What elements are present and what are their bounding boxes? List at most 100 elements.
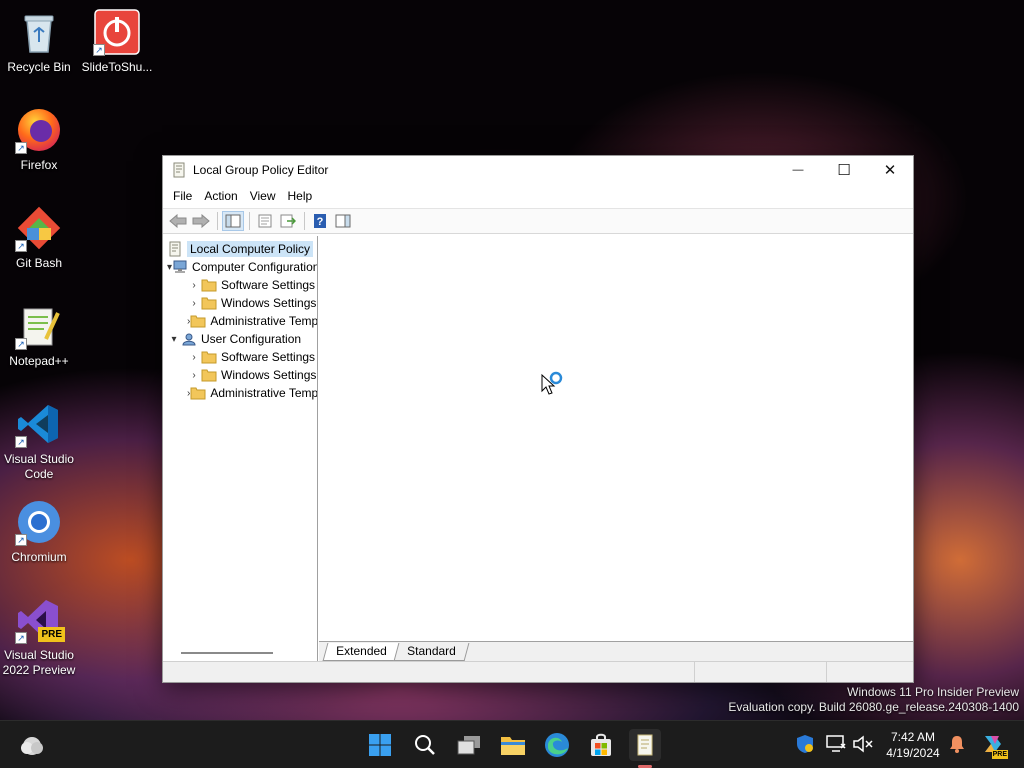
view-tabs: Extended Standard: [319, 641, 913, 661]
tree-item-label: Windows Settings: [221, 296, 317, 310]
chevron-right-icon[interactable]: ›: [187, 280, 201, 291]
folder-icon: [201, 367, 217, 383]
toolbar: ?: [163, 208, 913, 234]
search-button[interactable]: [409, 729, 441, 761]
tree-item-label: Administrative Templates: [210, 314, 318, 328]
forward-arrow-icon: [192, 214, 210, 228]
tree-item-label: Local Computer Policy: [187, 241, 314, 257]
tree-item-administrative-templates[interactable]: › Administrative Templates: [163, 312, 317, 330]
shortcut-arrow-icon: ↗: [15, 534, 27, 546]
status-cell-tertiary: [827, 662, 913, 682]
desktop-icon-notepadplusplus[interactable]: ↗ Notepad++: [0, 302, 80, 369]
folder-icon: [201, 277, 217, 293]
folder-icon: [201, 295, 217, 311]
menu-action[interactable]: Action: [198, 189, 243, 203]
tree-item-label: Software Settings: [221, 350, 316, 364]
tree-item-user-configuration[interactable]: ▾ User Configuration: [163, 330, 317, 348]
chromium-icon: ↗: [15, 498, 63, 546]
volume-muted-tray-icon[interactable]: [852, 733, 874, 755]
weather-widget-button[interactable]: [16, 729, 48, 761]
microsoft-store-button[interactable]: [585, 729, 617, 761]
system-clock[interactable]: 7:42 AM 4/19/2024: [880, 729, 946, 761]
policy-icon: [167, 241, 183, 257]
help-icon: ?: [314, 214, 326, 228]
visual-studio-icon: PRE ↗: [15, 596, 65, 644]
desktop-icon-label: Visual Studio 2022 Preview: [2, 648, 76, 677]
status-cell-secondary: [695, 662, 827, 682]
forward-button[interactable]: [190, 211, 212, 231]
start-button[interactable]: [364, 729, 396, 761]
tree-item-windows-settings[interactable]: › Windows Settings: [163, 294, 317, 312]
toolbar-separator: [304, 212, 305, 230]
tab-standard[interactable]: Standard: [393, 643, 469, 661]
desktop-icon-firefox[interactable]: ↗ Firefox: [0, 106, 80, 173]
security-tray-icon[interactable]: [794, 733, 816, 755]
menu-view[interactable]: View: [244, 189, 282, 203]
copilot-icon[interactable]: PRE: [980, 731, 1008, 759]
export-list-icon: [280, 214, 296, 228]
maximize-button[interactable]: ☐: [821, 156, 867, 184]
toolbar-separator: [217, 212, 218, 230]
tree-item-computer-configuration[interactable]: ▾ Computer Configuration: [163, 258, 317, 276]
network-tray-icon[interactable]: [825, 733, 847, 755]
show-hide-console-tree-button[interactable]: [222, 211, 244, 231]
action-pane-icon: [335, 214, 351, 228]
desktop-icon-label: Recycle Bin: [7, 60, 71, 74]
shortcut-arrow-icon: ↗: [15, 436, 27, 448]
windows-logo-icon: [369, 734, 391, 756]
shortcut-arrow-icon: ↗: [15, 142, 27, 154]
notification-bell-icon[interactable]: [946, 733, 968, 755]
minimize-button[interactable]: —: [775, 156, 821, 184]
watermark-edition: Windows 11 Pro Insider Preview: [847, 685, 1019, 699]
menu-help[interactable]: Help: [282, 189, 319, 203]
tree-item-administrative-templates[interactable]: › Administrative Templates: [163, 384, 317, 402]
back-button[interactable]: [167, 211, 189, 231]
tree-item-software-settings[interactable]: › Software Settings: [163, 348, 317, 366]
desktop-icon-label: Chromium: [11, 550, 67, 564]
notepadplusplus-icon: ↗: [15, 302, 63, 350]
tree-item-label: Windows Settings: [221, 368, 317, 382]
chevron-down-icon[interactable]: ▾: [167, 334, 181, 345]
chevron-right-icon[interactable]: ›: [187, 298, 201, 309]
desktop-icon-git-bash[interactable]: ↗ Git Bash: [0, 204, 80, 271]
desktop-icon-label: Notepad++: [9, 354, 69, 368]
help-button[interactable]: ?: [309, 211, 331, 231]
status-bar: [163, 661, 913, 682]
close-button[interactable]: ✕: [867, 156, 913, 184]
tab-extended[interactable]: Extended: [322, 643, 401, 661]
desktop-icon-chromium[interactable]: ↗ Chromium: [0, 498, 80, 565]
tree-item-label: Software Settings: [221, 278, 316, 292]
tree-item-windows-settings[interactable]: › Windows Settings: [163, 366, 317, 384]
minimize-icon: —: [792, 164, 804, 176]
desktop-icon-label: Git Bash: [15, 256, 63, 270]
properties-button[interactable]: [254, 211, 276, 231]
chevron-right-icon[interactable]: ›: [187, 352, 201, 363]
scrollbar-thumb[interactable]: [181, 652, 273, 654]
show-hide-action-pane-button[interactable]: [332, 211, 354, 231]
close-icon: ✕: [883, 162, 897, 179]
edge-button[interactable]: [541, 729, 573, 761]
desktop-icon-slidetoshutdown[interactable]: ↗ SlideToShu...: [76, 8, 158, 75]
firefox-icon: ↗: [15, 106, 63, 154]
menu-file[interactable]: File: [167, 189, 198, 203]
tree-item-software-settings[interactable]: › Software Settings: [163, 276, 317, 294]
properties-icon: [258, 214, 272, 228]
tree-item-local-computer-policy[interactable]: Local Computer Policy: [163, 240, 317, 258]
desktop-icon-recycle-bin[interactable]: Recycle Bin: [0, 8, 80, 75]
file-explorer-button[interactable]: [497, 729, 529, 761]
chevron-right-icon[interactable]: ›: [187, 370, 201, 381]
title-bar[interactable]: Local Group Policy Editor — ☐ ✕: [163, 156, 913, 184]
tree-horizontal-scrollbar[interactable]: [163, 644, 317, 661]
group-policy-editor-taskbar-button[interactable]: [629, 729, 661, 761]
desktop-icon-vscode[interactable]: ↗ Visual Studio Code: [0, 400, 80, 482]
export-list-button[interactable]: [277, 211, 299, 231]
details-pane[interactable]: [319, 236, 913, 641]
computer-icon: [172, 259, 188, 275]
task-view-button[interactable]: [453, 729, 485, 761]
windows-watermark: Windows 11 Pro Insider Preview Evaluatio…: [728, 685, 1019, 715]
menu-bar: File Action View Help: [163, 184, 913, 208]
tree-item-label: Computer Configuration: [192, 260, 318, 274]
store-icon: [591, 733, 611, 756]
desktop-icon-visual-studio-preview[interactable]: PRE ↗ Visual Studio 2022 Preview: [0, 596, 80, 678]
shortcut-arrow-icon: ↗: [15, 240, 27, 252]
